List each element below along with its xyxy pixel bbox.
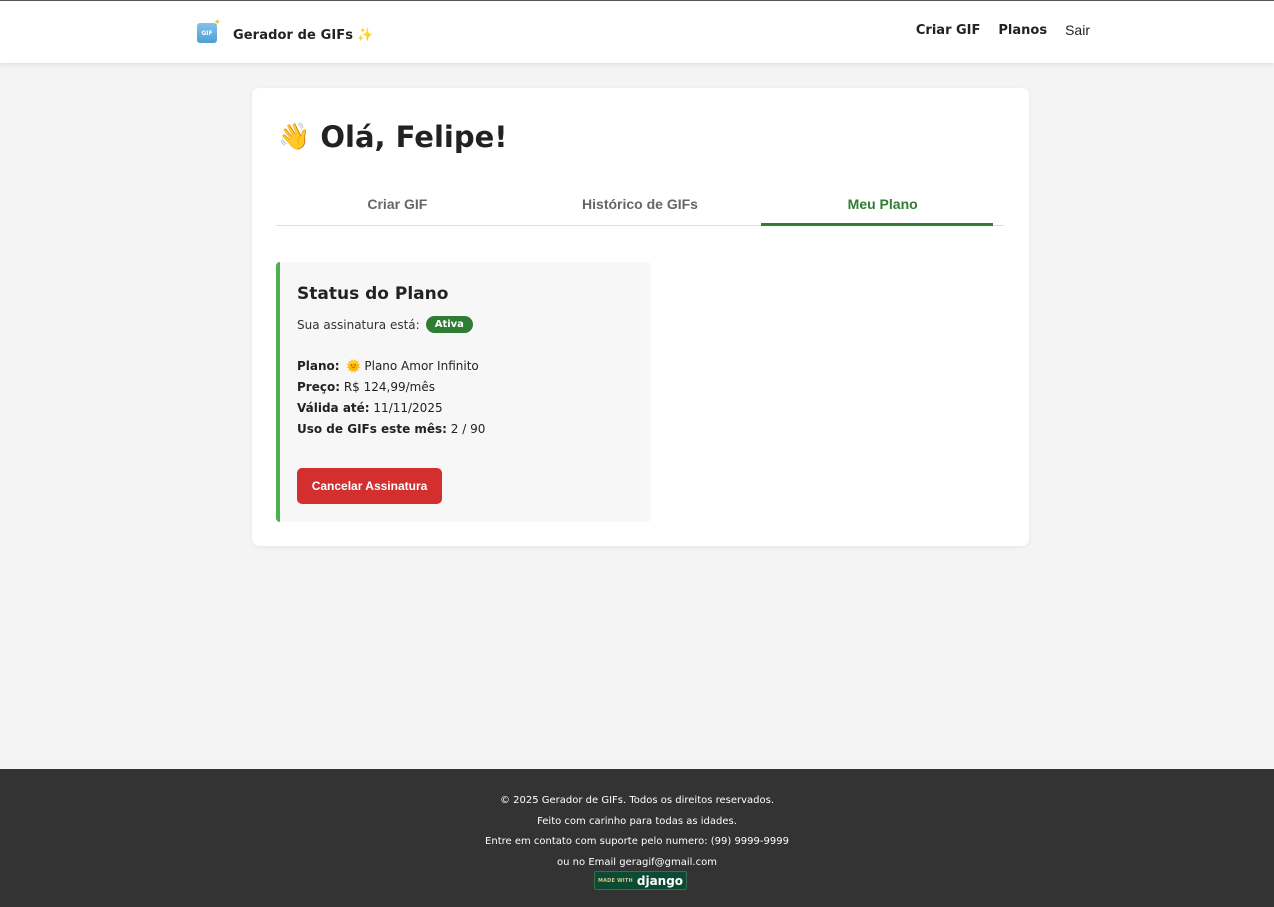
plan-price-row: Preço: R$ 124,99/mês	[297, 377, 485, 398]
page-title: Olá, Felipe!	[320, 120, 508, 154]
plan-valid-value: 11/11/2025	[373, 401, 443, 415]
django-badge-word: django	[636, 873, 684, 888]
nav-plans-link[interactable]: Planos	[998, 23, 1047, 38]
made-with-django-badge[interactable]: MADE WITH django	[594, 871, 687, 890]
footer-copyright: © 2025 Gerador de GIFs. Todos os direito…	[499, 795, 775, 806]
plan-price-value: R$ 124,99/mês	[343, 380, 435, 394]
footer-text: © 2025 Gerador de GIFs. Todos os direito…	[0, 791, 1274, 873]
gif-logo-icon: GIF ✦	[197, 18, 221, 43]
plan-details: Plano: 🌞 Plano Amor Infinito Preço: R$ 12…	[297, 356, 485, 440]
tab-gif-history[interactable]: Histórico de GIFs	[519, 184, 762, 225]
plan-usage-row: Uso de GIFs este mês: 2 / 90	[297, 419, 485, 440]
main-nav: Criar GIF Planos Sair	[916, 22, 1090, 39]
dashboard-card: 👋 Olá, Felipe! Criar GIF Histórico de GI…	[252, 88, 1029, 546]
plan-name-label: Plano:	[297, 359, 340, 373]
brand[interactable]: GIF ✦ Gerador de GIFs ✨	[197, 18, 373, 45]
plan-valid-row: Válida até: 11/11/2025	[297, 398, 485, 419]
plan-name-value: Plano Amor Infinito	[364, 359, 479, 373]
nav-logout-link[interactable]: Sair	[1065, 22, 1090, 38]
subscription-status: Sua assinatura está: Ativa	[297, 316, 473, 333]
plan-status-title: Status do Plano	[297, 284, 449, 304]
status-label: Sua assinatura está:	[297, 317, 420, 332]
greeting: 👋 Olá, Felipe!	[278, 120, 508, 154]
plan-status-panel: Status do Plano Sua assinatura está: Ati…	[276, 262, 651, 522]
django-badge-small-text: MADE WITH	[597, 877, 633, 884]
logo-sparkle-icon: ✦	[213, 18, 221, 28]
brand-name: Gerador de GIFs	[233, 27, 354, 43]
nav-create-gif-link[interactable]: Criar GIF	[916, 23, 981, 38]
footer-tagline: Feito com carinho para todas as idades.	[537, 815, 737, 827]
footer: © 2025 Gerador de GIFs. Todos os direito…	[0, 769, 1274, 907]
tab-create-gif[interactable]: Criar GIF	[276, 184, 519, 225]
footer-phone: Entre em contato com suporte pelo numero…	[485, 836, 789, 847]
gif-logo-text: GIF	[201, 29, 213, 37]
cancel-subscription-button[interactable]: Cancelar Assinatura	[297, 468, 442, 504]
plan-price-label: Preço:	[297, 380, 341, 394]
plan-usage-value: 2 / 90	[450, 422, 486, 436]
top-navbar: GIF ✦ Gerador de GIFs ✨ Criar GIF Planos …	[0, 0, 1274, 63]
footer-email: ou no Email geragif@gmail.com	[557, 856, 717, 868]
plan-valid-label: Válida até:	[297, 401, 370, 415]
waving-hand-icon: 👋	[278, 122, 311, 152]
sun-icon: 🌞	[346, 359, 362, 373]
status-badge: Ativa	[425, 316, 473, 333]
plan-usage-label: Uso de GIFs este mês:	[297, 422, 447, 436]
brand-title: Gerador de GIFs ✨	[233, 24, 373, 43]
plan-name-row: Plano: 🌞 Plano Amor Infinito	[297, 356, 485, 377]
tab-bar: Criar GIF Histórico de GIFs Meu Plano	[276, 184, 1004, 226]
sparkles-icon: ✨	[357, 27, 374, 43]
tab-my-plan[interactable]: Meu Plano	[761, 184, 1004, 226]
